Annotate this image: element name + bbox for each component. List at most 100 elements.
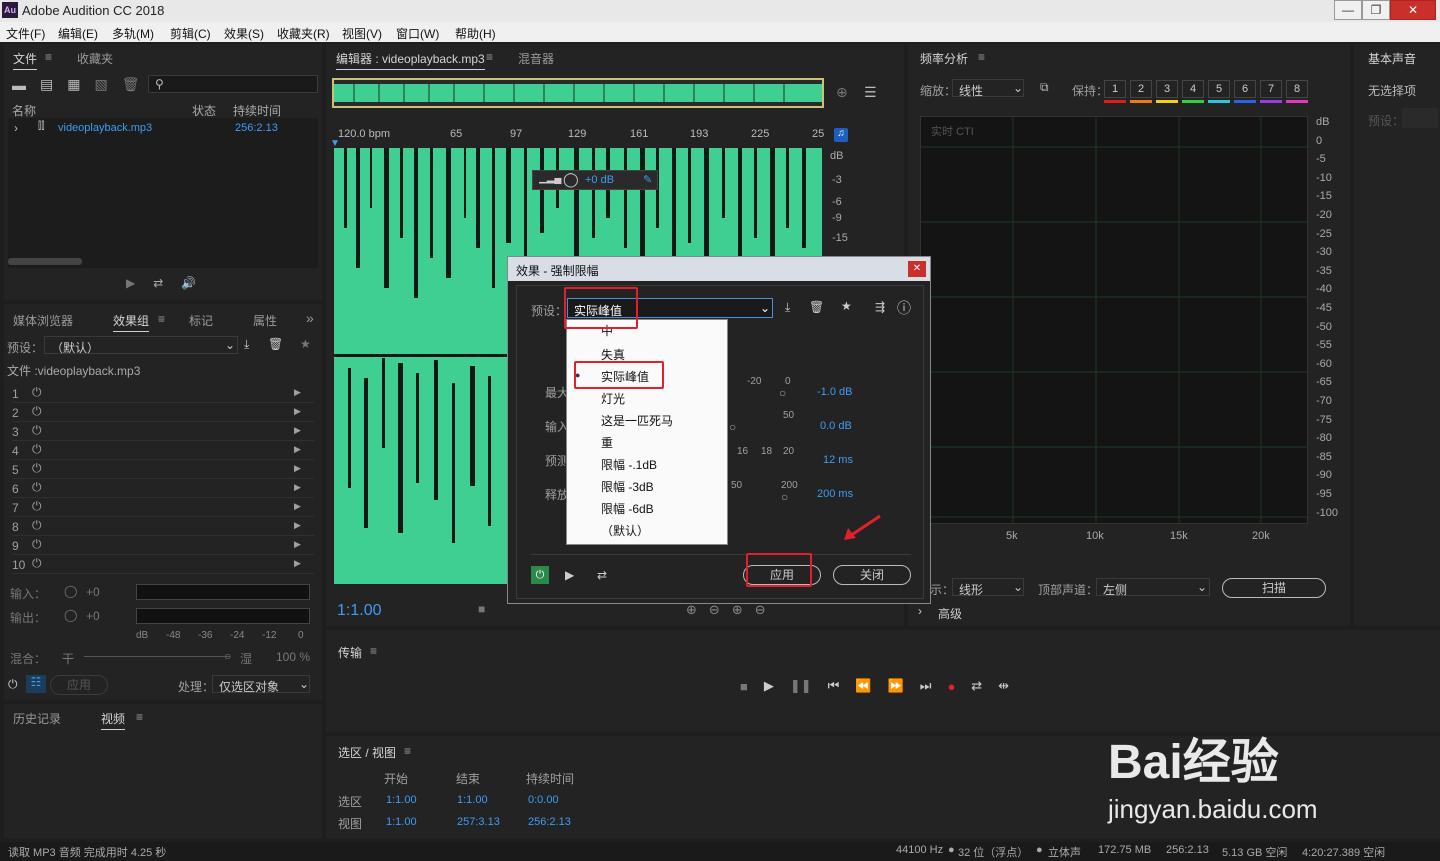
menu-help[interactable]: 帮助(H) [455,25,496,42]
param-value-release[interactable]: 200 ms [817,488,853,500]
favorite-star-icon[interactable]: ★ [300,337,311,351]
selection-duration[interactable]: 0:0.00 [528,794,559,806]
tab-favorites[interactable]: 收藏夹 [77,50,113,67]
loop-icon[interactable]: ⇄ [597,568,607,582]
process-select[interactable]: 仅选区对象 ⌄ [212,675,310,694]
slot-arrow-icon[interactable]: ▶ [294,501,301,512]
dialog-close-icon[interactable]: ✕ [908,261,926,277]
play-icon[interactable]: ▶ [764,678,774,694]
rewind-icon[interactable]: ⏪ [855,678,871,694]
routing-icon[interactable]: ⇶ [875,300,885,314]
log-toggle-icon[interactable]: ⧉ [1040,80,1049,95]
param-value-input[interactable]: 0.0 dB [820,420,852,432]
stop-icon[interactable]: ■ [740,679,748,694]
preset-select[interactable]: （默认） ⌄ [44,336,238,355]
save-preset-icon[interactable]: ⤓ [244,337,249,352]
dropdown-item[interactable]: 灯光 [601,390,625,407]
menu-view[interactable]: 视图(V) [342,25,382,42]
menu-window[interactable]: 窗口(W) [396,25,439,42]
slot-arrow-icon[interactable]: ▶ [294,539,301,550]
skip-selection-icon[interactable]: ⇹ [998,678,1009,694]
menu-clip[interactable]: 剪辑(C) [170,25,211,42]
tab-transport[interactable]: 传输 [338,644,362,661]
tab-files[interactable]: 文件 [13,50,38,70]
param-value-max[interactable]: -1.0 dB [817,386,852,398]
tab-history[interactable]: 历史记录 [13,710,61,727]
selection-start[interactable]: 1:1.00 [386,794,417,806]
power-icon[interactable]: ⏻ [32,461,42,476]
power-icon[interactable]: ⏻ [531,566,549,584]
dropdown-item[interactable]: 限幅 -6dB [601,500,654,517]
slider-handle-icon[interactable]: ○ [781,490,788,504]
output-knob-icon[interactable]: ◯ [64,608,77,622]
timeline-ruler[interactable]: 120.0 bpm 65 97 129 161 193 225 25 [334,126,824,144]
slot-arrow-icon[interactable]: ▶ [294,425,301,436]
dropdown-item[interactable]: 限幅 -3dB [601,478,654,495]
power-icon[interactable]: ⏻ [32,423,42,438]
view-end[interactable]: 257:3.13 [457,816,500,828]
mix-slider[interactable] [84,656,230,657]
slot-arrow-icon[interactable]: ▶ [294,387,301,398]
list-item[interactable]: › ⫿⫿ videoplayback.mp3 256:2.13 [8,120,318,136]
zoom-in-time-icon[interactable]: ⊕ [732,602,743,618]
dropdown-item[interactable]: （默认） [601,522,649,539]
new-file-icon[interactable]: ▦ [67,76,80,93]
dropdown-item[interactable]: 重 [601,434,613,451]
tab-selection-view[interactable]: 选区 / 视图 [338,744,396,761]
hold-button-8[interactable]: 8 [1286,80,1308,98]
essential-preset-select[interactable] [1402,108,1438,128]
selection-end[interactable]: 1:1.00 [457,794,488,806]
view-duration[interactable]: 256:2.13 [528,816,571,828]
hold-button-4[interactable]: 4 [1182,80,1204,98]
import-icon[interactable]: ▤ [40,76,53,93]
open-folder-icon[interactable]: ▬ [12,77,26,93]
panel-menu-icon[interactable]: ≡ [158,312,165,326]
panel-menu-icon[interactable]: ≡ [136,710,143,724]
tab-media-browser[interactable]: 媒体浏览器 [13,312,73,329]
slot-arrow-icon[interactable]: ▶ [294,444,301,455]
list-item[interactable]: 6 ⏻ ▶ [12,479,314,498]
menu-favorites[interactable]: 收藏夹(R) [277,25,330,42]
slot-arrow-icon[interactable]: ▶ [294,463,301,474]
chevron-right-icon[interactable]: › [918,604,922,618]
list-item[interactable]: 1 ⏻ ▶ [12,384,314,403]
gain-hud[interactable]: ▁▂▄ ◯ +0 dB ✎ [532,170,658,190]
list-item[interactable]: 4 ⏻ ▶ [12,441,314,460]
delete-preset-icon[interactable]: 🗑 [809,300,824,314]
panel-menu-icon[interactable]: ≡ [486,50,493,64]
slider-handle-icon[interactable]: ○ [729,420,736,434]
zoom-target-icon[interactable]: ⊕ [836,84,848,101]
waveform-overview[interactable] [332,78,824,108]
advanced-label[interactable]: 高级 [938,605,962,622]
info-icon[interactable]: ⓘ [897,298,911,318]
list-item[interactable]: 10 ⏻ ▶ [12,555,314,574]
zoom-in-amplitude-icon[interactable]: ⊕ [686,602,697,618]
dropdown-item[interactable]: 限幅 -.1dB [601,456,657,473]
current-time[interactable]: 1:1.00 [337,602,381,620]
maximize-button[interactable]: ❐ [1362,0,1390,20]
tab-essential-sound[interactable]: 基本声音 [1368,50,1416,67]
expand-icon[interactable]: › [14,121,18,135]
zoom-out-time-icon[interactable]: ⊖ [755,602,766,618]
tab-mixer[interactable]: 混音器 [518,50,554,67]
hold-button-3[interactable]: 3 [1156,80,1178,98]
pin-icon[interactable]: ✎ [643,173,652,186]
hold-button-2[interactable]: 2 [1130,80,1152,98]
display-select[interactable]: 线形 ⌄ [952,578,1024,597]
mix-handle-icon[interactable]: ○ [224,649,231,663]
close-window-button[interactable]: ✕ [1390,0,1436,20]
minimize-button[interactable]: — [1334,0,1362,20]
zoom-select[interactable]: 线性 ⌄ [952,79,1024,98]
delete-icon[interactable]: 🗑 [122,76,140,93]
list-item[interactable]: 8 ⏻ ▶ [12,517,314,536]
autoplay-icon[interactable]: 🔊 [181,276,196,290]
tab-effects-rack[interactable]: 效果组 [113,312,150,332]
slot-arrow-icon[interactable]: ▶ [294,482,301,493]
more-panels-icon[interactable]: » [306,310,314,326]
list-item[interactable]: 2 ⏻ ▶ [12,403,314,422]
skip-to-end-icon[interactable]: ⏭ [920,678,932,694]
tab-markers[interactable]: 标记 [189,312,213,329]
view-start[interactable]: 1:1.00 [386,816,417,828]
loop-icon[interactable]: ⇄ [153,276,163,290]
hold-button-5[interactable]: 5 [1208,80,1230,98]
